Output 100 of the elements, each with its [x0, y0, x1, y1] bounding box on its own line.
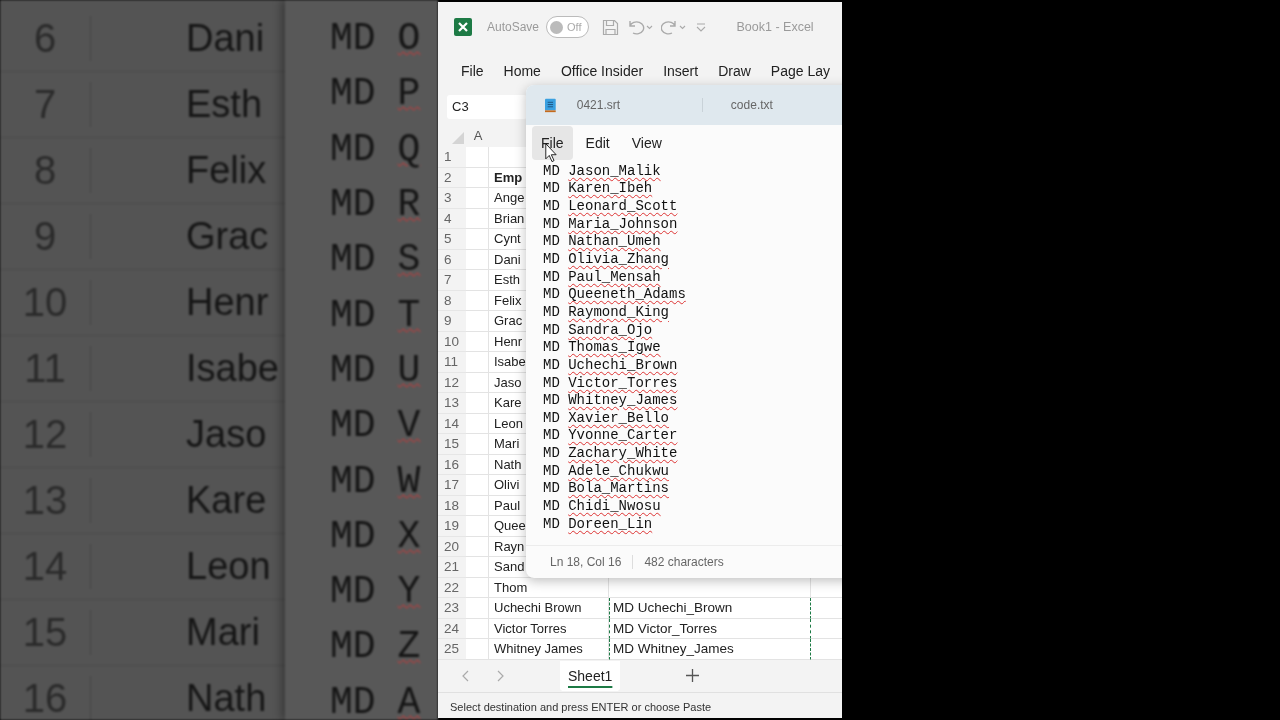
- line-prefix: MD: [543, 515, 560, 532]
- row-number[interactable]: 1: [438, 147, 466, 168]
- table-cell: [466, 618, 489, 639]
- row-number[interactable]: 14: [438, 413, 466, 434]
- row-number[interactable]: 20: [438, 536, 466, 557]
- table-cell: Victor Torres: [489, 618, 609, 639]
- table-cell: MD Uchechi_Brown: [609, 598, 811, 619]
- row-number[interactable]: 7: [438, 270, 466, 291]
- menu-item[interactable]: Edit: [576, 125, 619, 160]
- line-text: S: [397, 238, 421, 282]
- row-number[interactable]: 8: [438, 290, 466, 311]
- ribbon-tab[interactable]: Home: [503, 63, 541, 79]
- table-cell: [466, 598, 489, 619]
- line-prefix: MD: [543, 392, 560, 409]
- row-number[interactable]: 21: [438, 557, 466, 578]
- character-count: 482 characters: [644, 555, 724, 569]
- line-prefix: MD: [543, 233, 560, 250]
- save-icon[interactable]: [601, 18, 619, 36]
- line-text: U: [397, 348, 421, 392]
- ribbon-tab[interactable]: Draw: [718, 63, 751, 79]
- row-number[interactable]: 17: [438, 475, 466, 496]
- line-text: Y: [397, 570, 421, 614]
- row-number[interactable]: 3: [438, 188, 466, 209]
- notepad-icon: [545, 97, 556, 113]
- menu-item[interactable]: File: [532, 125, 573, 160]
- row-number[interactable]: 16: [438, 454, 466, 475]
- row-number[interactable]: 12: [438, 372, 466, 393]
- cell-text: Mari: [186, 611, 260, 654]
- row-number[interactable]: 23: [438, 598, 466, 619]
- table-cell: [466, 311, 489, 332]
- table-cell: [466, 434, 489, 455]
- cell-text: Leon: [186, 545, 271, 588]
- ribbon-tab[interactable]: Insert: [663, 63, 699, 79]
- ribbon-tab[interactable]: Office Insider: [560, 63, 644, 79]
- table-cell: [466, 229, 489, 250]
- table-cell: [466, 475, 489, 496]
- line-text: Z: [397, 625, 421, 669]
- row-number[interactable]: 4: [438, 208, 466, 229]
- line-prefix: MD: [330, 72, 376, 116]
- table-cell: [466, 372, 489, 393]
- row-number[interactable]: 13: [438, 393, 466, 414]
- cell-text: Nath: [186, 677, 267, 720]
- table-cell: Whitney James: [489, 639, 609, 660]
- ribbon-tab[interactable]: File: [461, 63, 484, 79]
- spreadsheet-app-icon: [454, 18, 472, 36]
- table-cell: [466, 516, 489, 537]
- row-number[interactable]: 11: [438, 352, 466, 373]
- table-cell: [466, 557, 489, 578]
- row-number[interactable]: 5: [438, 229, 466, 250]
- cursor-position: Ln 18, Col 16: [550, 555, 634, 569]
- line-prefix: MD: [330, 625, 376, 669]
- table-cell: [466, 290, 489, 311]
- line-text: O: [397, 17, 421, 61]
- line-text: R: [397, 183, 421, 227]
- line-prefix: MD: [330, 404, 376, 448]
- row-number[interactable]: 6: [438, 249, 466, 270]
- table-cell: [466, 331, 489, 352]
- table-cell: [466, 352, 489, 373]
- table-cell: MD Victor_Torres: [609, 618, 811, 639]
- table-cell: MD Whitney_James: [609, 639, 811, 660]
- table-cell: [466, 454, 489, 475]
- table-cell: [466, 188, 489, 209]
- row-number[interactable]: 9: [438, 311, 466, 332]
- column-header[interactable]: A: [466, 124, 490, 147]
- row-number[interactable]: 2: [438, 167, 466, 188]
- line-prefix: MD: [543, 251, 560, 267]
- row-number[interactable]: 25: [438, 639, 466, 660]
- line-text: P: [397, 72, 421, 116]
- line-prefix: MD: [543, 356, 560, 373]
- select-all-icon[interactable]: [452, 132, 464, 144]
- line-prefix: MD: [330, 127, 376, 171]
- line-prefix: MD: [330, 183, 376, 227]
- line-prefix: MD: [330, 17, 376, 61]
- chevron-left-icon[interactable]: [462, 669, 470, 682]
- document-tab[interactable]: 0421.srt: [576, 98, 702, 112]
- row-number[interactable]: 10: [438, 331, 466, 352]
- cell-text: Dani: [186, 17, 265, 60]
- line-prefix: MD: [543, 374, 560, 391]
- line-prefix: MD: [330, 570, 376, 614]
- chevron-right-icon[interactable]: [496, 669, 504, 682]
- row-number[interactable]: 18: [438, 495, 466, 516]
- cell-text: Isabe: [186, 347, 279, 390]
- row-number[interactable]: 24: [438, 618, 466, 639]
- line-prefix: MD: [330, 514, 376, 558]
- menu-item[interactable]: View: [622, 125, 671, 160]
- ribbon-tab[interactable]: Page Lay: [770, 63, 830, 79]
- table-cell: [466, 208, 489, 229]
- table-cell: Uchechi Brown: [489, 598, 609, 619]
- autosave-label: AutoSave: [487, 20, 540, 34]
- sheet-tab[interactable]: Sheet1: [560, 660, 621, 691]
- cell-text: Felix: [186, 149, 267, 192]
- line-text: V: [397, 404, 421, 448]
- table-cell: [466, 167, 489, 188]
- row-number[interactable]: 22: [438, 577, 466, 598]
- add-sheet-icon[interactable]: [686, 669, 700, 682]
- name-box[interactable]: C3: [447, 95, 527, 119]
- line-text: A: [397, 680, 421, 720]
- customize-icon[interactable]: [695, 21, 706, 33]
- row-number[interactable]: 15: [438, 434, 466, 455]
- row-number[interactable]: 19: [438, 516, 466, 537]
